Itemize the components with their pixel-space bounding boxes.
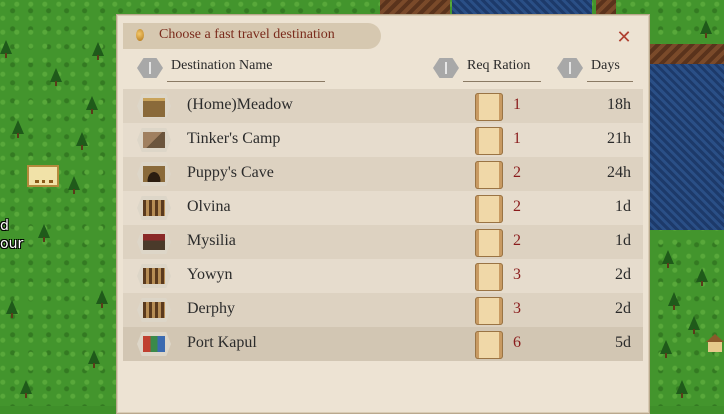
ration-scroll-icon [473, 229, 507, 257]
dialog-title-bar: Choose a fast travel destination [123, 23, 381, 49]
tree-icon [696, 268, 708, 286]
travel-time: 2d [615, 266, 631, 283]
town-icon [137, 298, 171, 322]
tree-icon [688, 316, 700, 334]
travel-time: 24h [607, 164, 631, 181]
tree-icon [700, 20, 712, 38]
destination-row[interactable]: Tinker's Camp 1 21h [123, 123, 643, 157]
column-header-ration[interactable]: Req Ration [433, 58, 543, 82]
map-hut-icon [706, 334, 724, 354]
sort-icon [433, 58, 459, 78]
tree-icon [38, 224, 50, 242]
camp-icon [137, 128, 171, 152]
destination-row[interactable]: Puppy's Cave 2 24h [123, 157, 643, 191]
destination-row[interactable]: Mysilia 2 1d [123, 225, 643, 259]
tree-icon [92, 42, 104, 60]
travel-time: 21h [607, 130, 631, 147]
column-header-days[interactable]: Days [557, 58, 637, 82]
destination-list: (Home)Meadow 1 18h Tinker's Camp 1 21h Puppy's… [123, 89, 643, 361]
destination-name: Port Kapul [187, 334, 257, 351]
column-label: Days [591, 58, 620, 73]
destination-name: Puppy's Cave [187, 164, 274, 181]
tree-icon [76, 132, 88, 150]
tree-icon [662, 250, 674, 268]
port-icon [137, 332, 171, 356]
destination-name: Tinker's Camp [187, 130, 281, 147]
meadow-icon [137, 94, 171, 118]
travel-time: 18h [607, 96, 631, 113]
destination-name: Yowyn [187, 266, 233, 283]
rocky-terrain [650, 44, 724, 64]
rocky-terrain [380, 0, 450, 14]
lake [650, 64, 724, 230]
ration-scroll-icon [473, 161, 507, 189]
ration-scroll-icon [473, 93, 507, 121]
destination-row[interactable]: Derphy 3 2d [123, 293, 643, 327]
ration-cost: 2 [513, 232, 521, 249]
tree-icon [86, 96, 98, 114]
tree-icon [660, 340, 672, 358]
tree-icon [676, 380, 688, 398]
column-label: Req Ration [467, 58, 531, 73]
dialog-title: Choose a fast travel destination [159, 27, 335, 42]
travel-time: 1d [615, 232, 631, 249]
map-town-marker-icon[interactable] [27, 165, 59, 187]
column-label: Destination Name [171, 58, 273, 73]
tree-icon [88, 350, 100, 368]
destination-row[interactable]: Yowyn 3 2d [123, 259, 643, 293]
ration-cost: 3 [513, 300, 521, 317]
destination-row[interactable]: (Home)Meadow 1 18h [123, 89, 643, 123]
destination-name: Mysilia [187, 232, 236, 249]
town-icon [137, 196, 171, 220]
cave-icon [137, 162, 171, 186]
ration-cost: 1 [513, 96, 521, 113]
ration-cost: 3 [513, 266, 521, 283]
city-icon [137, 230, 171, 254]
travel-time: 2d [615, 300, 631, 317]
ration-scroll-icon [473, 127, 507, 155]
ration-cost: 2 [513, 198, 521, 215]
ration-scroll-icon [473, 263, 507, 291]
sort-icon [557, 58, 583, 78]
tree-icon [12, 120, 24, 138]
ration-scroll-icon [473, 331, 507, 359]
town-icon [137, 264, 171, 288]
travel-time: 1d [615, 198, 631, 215]
tree-icon [668, 292, 680, 310]
close-button[interactable]: ✕ [613, 27, 635, 49]
tree-icon [68, 176, 80, 194]
map-label-line2: our [0, 236, 24, 252]
travel-time: 5d [615, 334, 631, 351]
map-label-line1: d [0, 218, 9, 234]
column-header-destination[interactable]: Destination Name [137, 58, 327, 82]
destination-name: Derphy [187, 300, 235, 317]
coin-icon [135, 28, 145, 42]
sort-icon [137, 58, 163, 78]
lake [452, 0, 592, 14]
ration-scroll-icon [473, 195, 507, 223]
fast-travel-dialog: Choose a fast travel destination ✕ Desti… [116, 14, 650, 414]
ration-scroll-icon [473, 297, 507, 325]
destination-name: Olvina [187, 198, 231, 215]
rocky-terrain [596, 0, 616, 14]
ration-cost: 1 [513, 130, 521, 147]
destination-name: (Home)Meadow [187, 96, 293, 113]
destination-row[interactable]: Olvina 2 1d [123, 191, 643, 225]
tree-icon [96, 290, 108, 308]
destination-row[interactable]: Port Kapul 6 5d [123, 327, 643, 361]
tree-icon [20, 380, 32, 398]
ration-cost: 2 [513, 164, 521, 181]
tree-icon [0, 40, 12, 58]
tree-icon [6, 300, 18, 318]
ration-cost: 6 [513, 334, 521, 351]
tree-icon [50, 68, 62, 86]
